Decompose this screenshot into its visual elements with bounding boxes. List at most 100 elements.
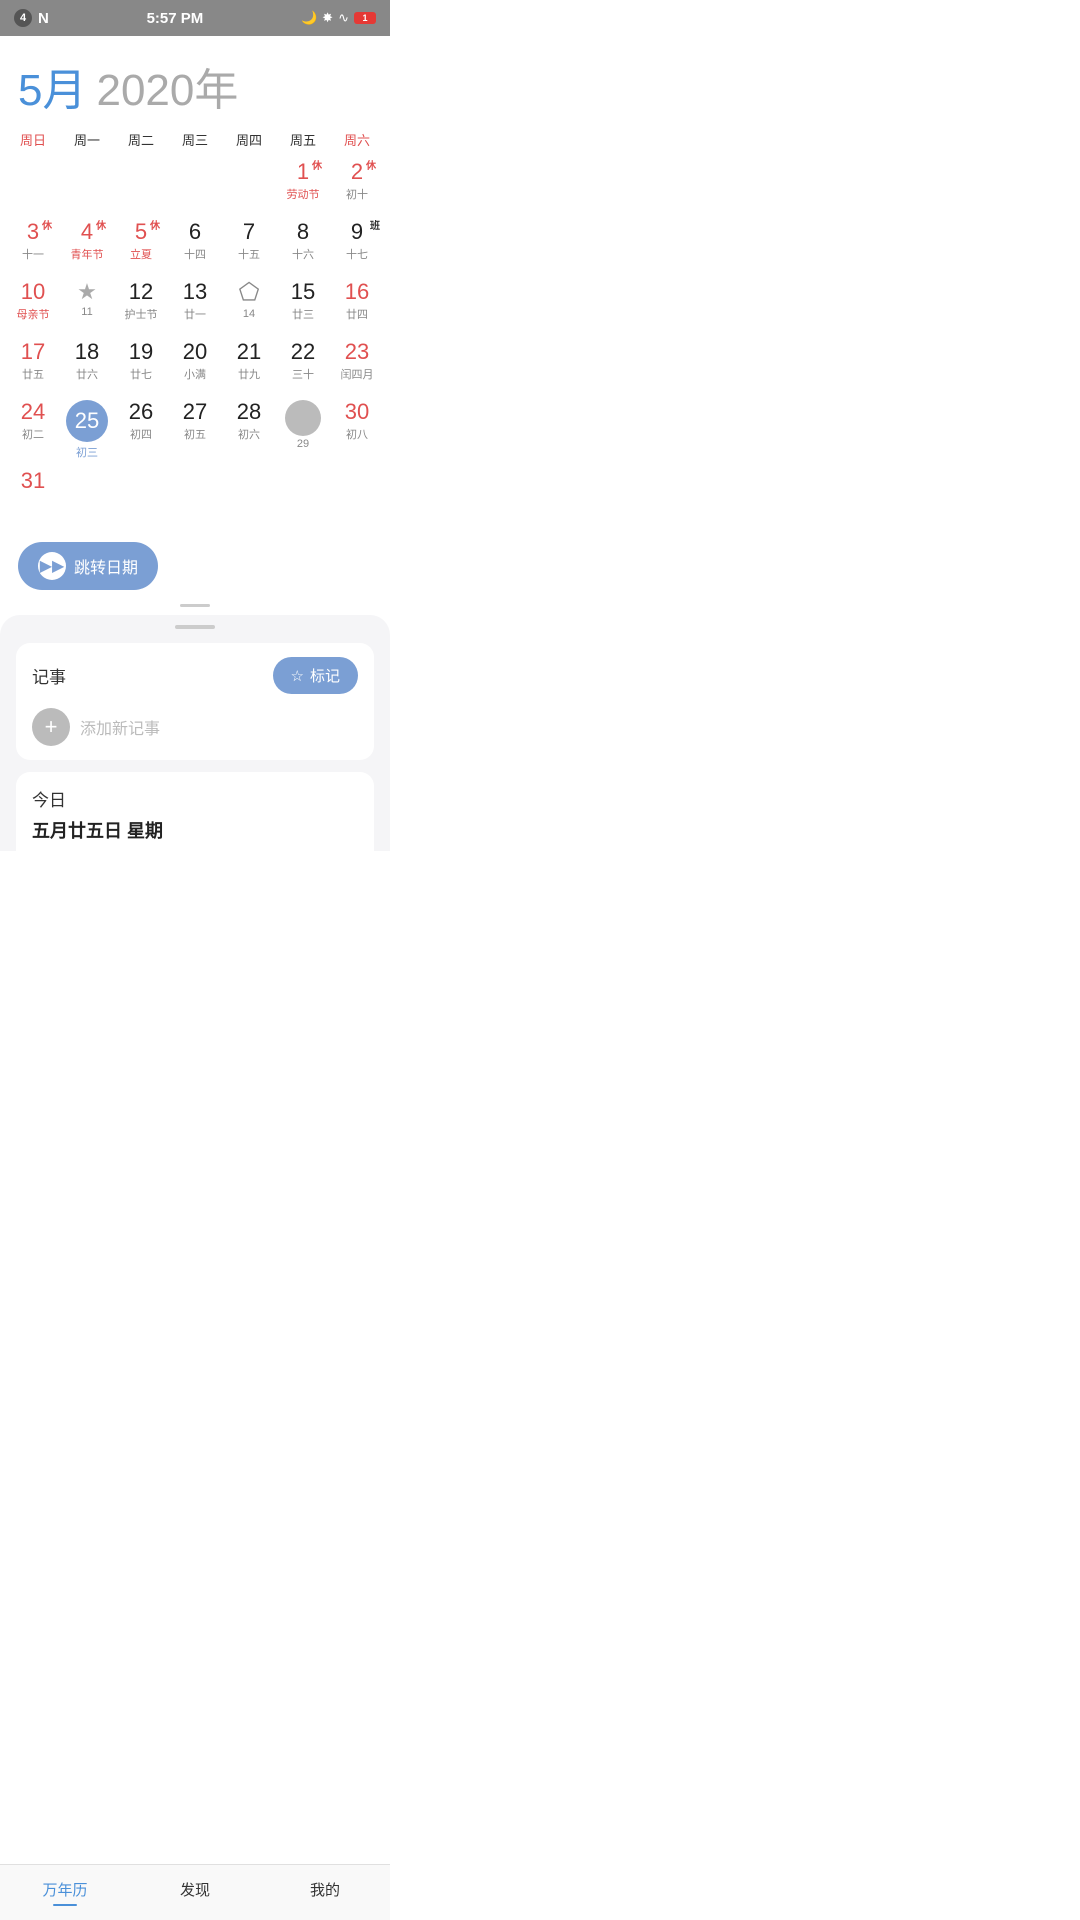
nav-underline xyxy=(183,1904,207,1906)
day-cell-29[interactable]: 29 xyxy=(276,397,330,466)
day-number: 8 xyxy=(297,220,309,244)
day-lunar: 十五 xyxy=(238,246,260,262)
day-cell-26[interactable]: 26 初四 xyxy=(114,397,168,466)
day-cell-empty xyxy=(114,157,168,217)
day-cell-24[interactable]: 24 初二 xyxy=(6,397,60,466)
day-cell-30[interactable]: 30 初八 xyxy=(330,397,384,466)
day-lunar: 母亲节 xyxy=(17,306,50,322)
holiday-badge: 休 xyxy=(42,217,52,232)
day-lunar: 青年节 xyxy=(71,246,104,262)
day-cell-20[interactable]: 20 小满 xyxy=(168,337,222,397)
day-cell-empty xyxy=(276,466,330,526)
day-lunar: 14 xyxy=(243,308,255,320)
day-cell-23[interactable]: 23 闰四月 xyxy=(330,337,384,397)
day-cell-empty xyxy=(330,466,384,526)
day-cell-22[interactable]: 22 三十 xyxy=(276,337,330,397)
day-lunar: 廿五 xyxy=(22,366,44,382)
day-cell-28[interactable]: 28 初六 xyxy=(222,397,276,466)
day-lunar: 初十 xyxy=(346,186,368,202)
day-cell-15[interactable]: 15 廿三 xyxy=(276,277,330,337)
add-note-row: + 添加新记事 xyxy=(32,708,358,746)
day-number: 3 xyxy=(27,220,39,244)
day-lunar: 29 xyxy=(297,438,309,450)
day-number: 12 xyxy=(129,280,153,304)
day-lunar: 廿六 xyxy=(76,366,98,382)
day-cell-19[interactable]: 19 廿七 xyxy=(114,337,168,397)
bluetooth-icon: ✸ xyxy=(322,10,333,26)
day-cell-8[interactable]: 8 十六 xyxy=(276,217,330,277)
day-cell-18[interactable]: 18 廿六 xyxy=(60,337,114,397)
day-lunar: 闰四月 xyxy=(341,366,374,382)
day-number: 19 xyxy=(129,340,153,364)
day-cell-9[interactable]: 班 9 十七 xyxy=(330,217,384,277)
day-lunar: 立夏 xyxy=(130,246,152,262)
status-left: 4 N xyxy=(14,9,49,27)
day-cell-11[interactable]: ★ 11 xyxy=(60,277,114,337)
day-cell-2[interactable]: 休 2 初十 xyxy=(330,157,384,217)
day-cell-10[interactable]: 10 母亲节 xyxy=(6,277,60,337)
add-note-button[interactable]: + xyxy=(32,708,70,746)
day-number: 23 xyxy=(345,340,369,364)
day-cell-empty xyxy=(6,157,60,217)
weekday-headers: 周日 周一 周二 周三 周四 周五 周六 xyxy=(0,126,390,153)
day-lunar: 廿三 xyxy=(292,306,314,322)
nav-calendar[interactable]: 万年历 xyxy=(0,1865,130,1920)
nav-active-underline xyxy=(53,1904,77,1906)
day-number: 20 xyxy=(183,340,207,364)
today-circle: 25 xyxy=(66,400,108,442)
weekday-wed: 周三 xyxy=(168,126,222,153)
jump-to-date-button[interactable]: ▶▶ 跳转日期 xyxy=(18,542,158,590)
day-lunar: 初三 xyxy=(76,444,98,460)
jump-button-label: 跳转日期 xyxy=(74,554,138,578)
day-number: 7 xyxy=(243,220,255,244)
jump-arrow-icon: ▶▶ xyxy=(40,556,65,576)
day-cell-27[interactable]: 27 初五 xyxy=(168,397,222,466)
notes-header: 记事 ☆ 标记 xyxy=(32,657,358,694)
day-cell-14[interactable]: ⬠ 14 xyxy=(222,277,276,337)
nav-discover[interactable]: 发现 xyxy=(130,1865,260,1920)
calendar-header: 5月 2020年 xyxy=(0,36,390,126)
nav-mine-label: 我的 xyxy=(310,1879,340,1900)
day-cell-empty xyxy=(60,157,114,217)
day-lunar: 初四 xyxy=(130,426,152,442)
gray-dot-icon xyxy=(285,400,321,436)
day-lunar: 廿四 xyxy=(346,306,368,322)
day-number: 28 xyxy=(237,400,261,424)
day-cell-21[interactable]: 21 廿九 xyxy=(222,337,276,397)
day-cell-12[interactable]: 12 护士节 xyxy=(114,277,168,337)
notes-card: 记事 ☆ 标记 + 添加新记事 xyxy=(16,643,374,760)
day-number: 18 xyxy=(75,340,99,364)
day-cell-13[interactable]: 13 廿一 xyxy=(168,277,222,337)
weekday-thu: 周四 xyxy=(222,126,276,153)
jump-icon: ▶▶ xyxy=(38,552,66,580)
day-cell-4[interactable]: 休 4 青年节 xyxy=(60,217,114,277)
work-badge: 班 xyxy=(370,217,380,232)
day-lunar: 初二 xyxy=(22,426,44,442)
pentagon-icon: ⬠ xyxy=(239,280,260,306)
day-cell-6[interactable]: 6 十四 xyxy=(168,217,222,277)
month-label: 5月 xyxy=(18,54,86,118)
day-lunar: 十一 xyxy=(22,246,44,262)
status-bar: 4 N 5:57 PM 🌙 ✸ ∿ 1 xyxy=(0,0,390,36)
wifi-icon: ∿ xyxy=(338,10,349,26)
day-cell-25-today[interactable]: 25 初三 xyxy=(60,397,114,466)
day-cell-1[interactable]: 休 1 劳动节 xyxy=(276,157,330,217)
star-outline-icon: ☆ xyxy=(291,667,304,685)
today-card: 今日 五月廿五日 星期 xyxy=(16,772,374,851)
day-cell-7[interactable]: 7 十五 xyxy=(222,217,276,277)
day-cell-31[interactable]: 31 xyxy=(6,466,60,526)
day-cell-5[interactable]: 休 5 立夏 xyxy=(114,217,168,277)
day-cell-empty xyxy=(168,157,222,217)
day-cell-3[interactable]: 休 3 十一 xyxy=(6,217,60,277)
day-lunar: 廿九 xyxy=(238,366,260,382)
day-cell-17[interactable]: 17 廿五 xyxy=(6,337,60,397)
add-note-placeholder[interactable]: 添加新记事 xyxy=(80,715,160,739)
holiday-badge: 休 xyxy=(96,217,106,232)
day-lunar: 11 xyxy=(81,306,92,318)
bookmark-button[interactable]: ☆ 标记 xyxy=(273,657,358,694)
n-icon: N xyxy=(38,10,49,27)
day-number: 2 xyxy=(351,160,363,184)
nav-mine[interactable]: 我的 xyxy=(260,1865,390,1920)
day-cell-16[interactable]: 16 廿四 xyxy=(330,277,384,337)
sheet-handle xyxy=(175,625,215,629)
